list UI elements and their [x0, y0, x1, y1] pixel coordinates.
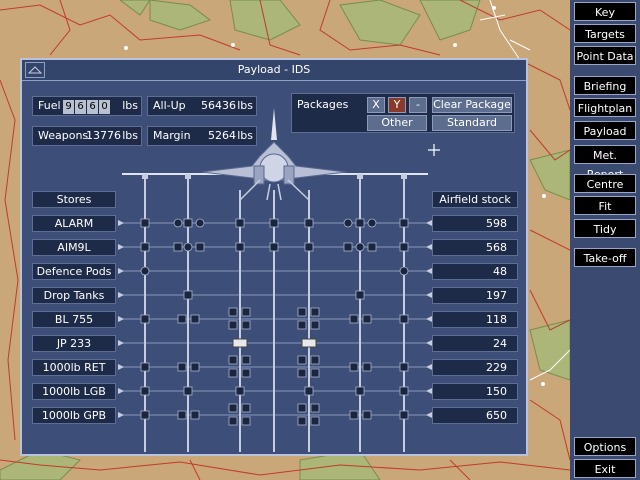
stock-1000lb-lgb: 150	[432, 383, 518, 400]
store-aim9l[interactable]: AIM9L	[32, 239, 116, 256]
store-1000lb-gpb[interactable]: 1000lb GPB	[32, 407, 116, 424]
payload-dialog: Payload - IDS Fuel 9660 lbs All-Up 56436…	[20, 58, 528, 456]
options-button[interactable]: Options	[574, 437, 636, 456]
stock-defence-pods: 48	[432, 263, 518, 280]
stock-bl755: 118	[432, 311, 518, 328]
centre-button[interactable]: Centre	[574, 174, 636, 193]
store-alarm[interactable]: ALARM	[32, 215, 116, 232]
take-off-button[interactable]: Take-off	[574, 248, 636, 267]
stock-1000lb-ret: 229	[432, 359, 518, 376]
targets-button[interactable]: Targets	[574, 24, 636, 43]
stock-jp233: 24	[432, 335, 518, 352]
stores-header: Stores	[32, 191, 116, 208]
exit-button[interactable]: Exit	[574, 459, 636, 478]
store-jp233[interactable]: JP 233	[32, 335, 116, 352]
briefing-button[interactable]: Briefing	[574, 76, 636, 95]
met-report-button[interactable]: Met. Report	[574, 145, 636, 181]
command-sidebar: Key Targets Point Data Briefing Flightpl…	[570, 0, 640, 480]
airfield-stock-header: Airfield stock	[432, 191, 518, 208]
tornado-aircraft-icon	[201, 108, 347, 201]
store-bl755[interactable]: BL 755	[32, 311, 116, 328]
stock-aim9l: 568	[432, 239, 518, 256]
store-drop-tanks[interactable]: Drop Tanks	[32, 287, 116, 304]
stock-1000lb-gpb: 650	[432, 407, 518, 424]
fit-button[interactable]: Fit	[574, 196, 636, 215]
tidy-button[interactable]: Tidy	[574, 219, 636, 238]
key-button[interactable]: Key	[574, 2, 636, 21]
store-1000lb-lgb[interactable]: 1000lb LGB	[32, 383, 116, 400]
stock-drop-tanks: 197	[432, 287, 518, 304]
stock-alarm: 598	[432, 215, 518, 232]
flightplan-button[interactable]: Flightplan	[574, 98, 636, 117]
crosshair-cursor-icon	[428, 144, 440, 156]
store-defence-pods[interactable]: Defence Pods	[32, 263, 116, 280]
payload-button[interactable]: Payload	[574, 121, 636, 140]
store-1000lb-ret[interactable]: 1000lb RET	[32, 359, 116, 376]
point-data-button[interactable]: Point Data	[574, 46, 636, 65]
